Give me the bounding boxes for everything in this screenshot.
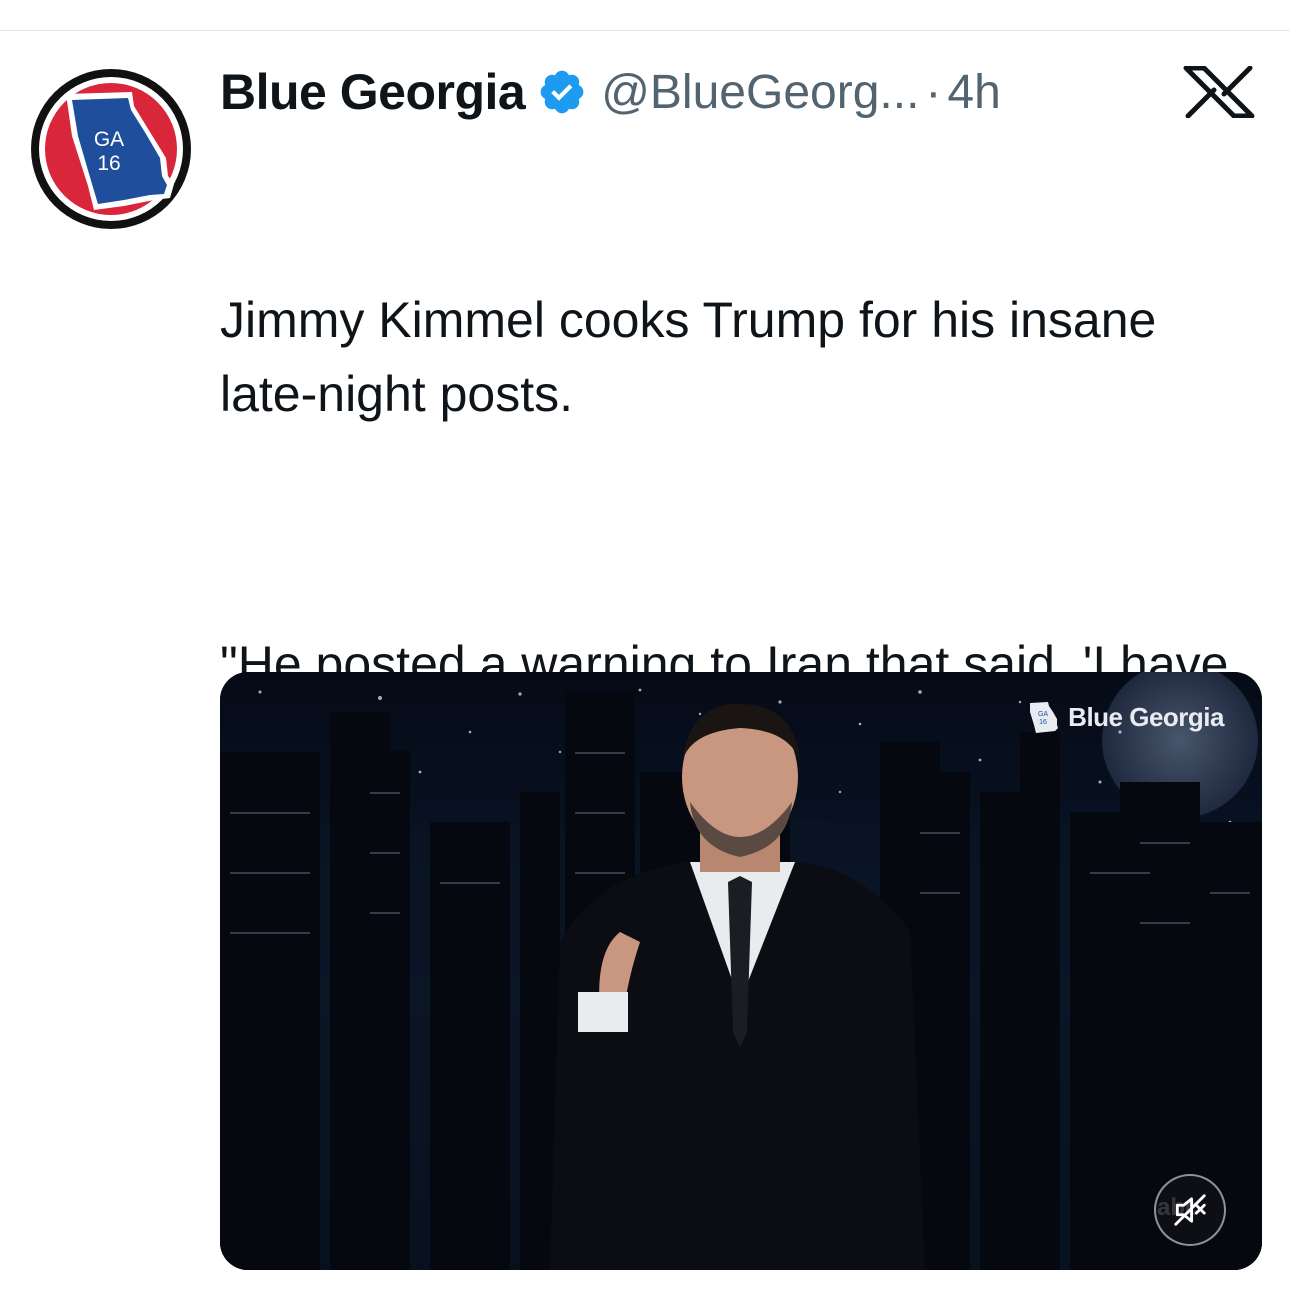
display-name[interactable]: Blue Georgia: [220, 63, 526, 121]
top-divider: [0, 30, 1290, 31]
video-frame: [220, 672, 1262, 1270]
handle[interactable]: @BlueGeorg...: [601, 65, 919, 120]
speaker-muted-icon: [1174, 1194, 1206, 1226]
svg-text:16: 16: [97, 152, 120, 175]
watermark-label: Blue Georgia: [1068, 701, 1224, 732]
video-player[interactable]: GA 16 Blue Georgia abc: [220, 672, 1262, 1270]
post-text-paragraph-1: Jimmy Kimmel cooks Trump for his insane …: [220, 292, 1171, 422]
svg-text:GA: GA: [1038, 711, 1048, 718]
svg-text:GA: GA: [94, 128, 124, 151]
video-watermark: GA 16 Blue Georgia: [1026, 700, 1224, 734]
svg-text:16: 16: [1039, 719, 1047, 726]
georgia-badge-icon: GA 16: [1030, 702, 1059, 733]
timestamp[interactable]: 4h: [947, 65, 1000, 120]
verified-badge-icon: [537, 67, 587, 117]
x-logo-icon[interactable]: [1180, 65, 1258, 119]
post-header: Blue Georgia @BlueGeorg... · 4h: [220, 60, 1001, 124]
separator-dot: ·: [925, 65, 942, 119]
mute-button[interactable]: [1154, 1174, 1226, 1246]
avatar[interactable]: GA 16: [28, 66, 194, 232]
avatar-logo: GA 16: [31, 69, 191, 229]
